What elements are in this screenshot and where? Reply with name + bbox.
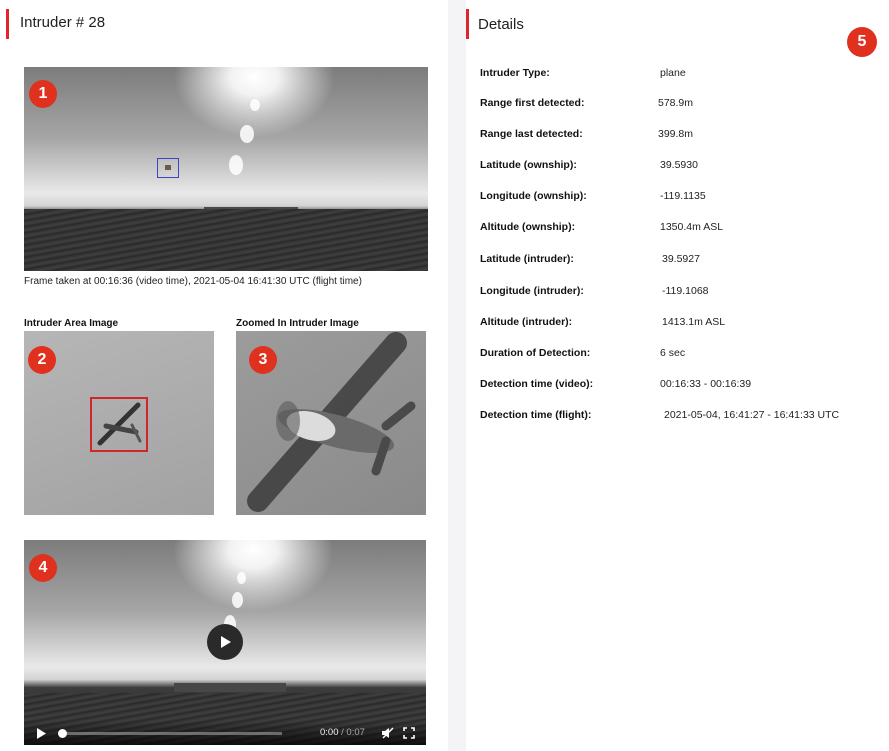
detail-label: Duration of Detection: [480,347,591,359]
intruder-speck [165,165,171,170]
detail-label: Detection time (video): [480,378,594,390]
detail-label: Range last detected: [480,128,583,140]
area-image-label: Intruder Area Image [24,318,119,329]
panel-divider [448,0,466,751]
detail-row: Detection time (flight): 2021-05-04, 16:4… [480,409,880,425]
detail-label: Range first detected: [480,97,585,109]
detail-value: 578.9m [658,97,694,109]
badge-5: 5 [847,27,877,57]
intruder-area-box [90,397,148,452]
detail-label: Intruder Type: [480,67,550,79]
detail-value: 39.5927 [662,253,700,265]
detail-row: Range first detected: 578.9m [480,97,880,113]
detail-value: 6 sec [660,347,686,359]
glare-spot [250,99,260,111]
detail-row: Latitude (intruder): 39.5927 [480,253,880,269]
intruder-title: Intruder # 28 [20,14,106,31]
detail-value: 1350.4m ASL [660,221,724,233]
detail-row: Duration of Detection: 6 sec [480,347,880,363]
detail-label: Longitude (intruder): [480,285,584,297]
play-large-icon [221,636,231,648]
detail-row: Range last detected: 399.8m [480,128,880,144]
detail-label: Longitude (ownship): [480,190,587,202]
fullscreen-icon[interactable] [403,727,415,739]
play-icon[interactable] [36,728,46,739]
video-time: 0:00 / 0:07 [320,727,365,738]
detail-row: Intruder Type: plane [480,67,880,83]
plane-small-icon [97,402,142,446]
detail-row: Altitude (intruder): 1413.1m ASL [480,316,880,332]
detail-row: Latitude (ownship): 39.5930 [480,159,880,175]
detail-label: Latitude (ownship): [480,159,577,171]
glare-spot [240,125,254,143]
glare-spot [229,155,243,175]
detail-value: 399.8m [658,128,694,140]
detail-label: Altitude (intruder): [480,316,573,328]
badge-2: 2 [28,346,56,374]
detail-label: Latitude (intruder): [480,253,574,265]
progress-track[interactable] [58,729,282,738]
badge-4: 4 [29,554,57,582]
detail-value: 1413.1m ASL [662,316,726,328]
frame-image: 1 [24,67,428,271]
glare-spot [232,592,243,608]
video-player[interactable]: 4 0:00 / 0:07 [24,540,426,745]
mesa-silhouette [174,683,286,692]
detection-box [157,158,179,178]
detail-row: Longitude (intruder): -119.1068 [480,285,880,301]
frame-caption: Frame taken at 00:16:36 (video time), 20… [24,276,362,287]
detail-value: 00:16:33 - 00:16:39 [660,378,752,390]
detail-label: Detection time (flight): [480,409,592,421]
detail-row: Detection time (video): 00:16:33 - 00:16:… [480,378,880,394]
detail-value: -119.1135 [660,190,706,202]
detail-value: 2021-05-04, 16:41:27 - 16:41:33 UTC [664,409,840,421]
detail-label: Altitude (ownship): [480,221,576,233]
detail-value: plane [660,67,686,79]
play-large-button[interactable] [207,624,243,660]
detail-row: Altitude (ownship): 1350.4m ASL [480,221,880,237]
zoom-image-label: Zoomed In Intruder Image [236,318,359,329]
detail-value: -119.1068 [662,285,709,297]
glare-spot [237,572,246,584]
time-current: 0:00 [320,727,339,738]
badge-1: 1 [29,80,57,108]
badge-3: 3 [249,346,277,374]
volume-muted-icon[interactable] [381,727,394,739]
title-accent-bar [6,9,9,39]
detail-row: Longitude (ownship): -119.1135 [480,190,880,206]
zoomed-intruder-image: 3 [236,331,426,515]
detail-value: 39.5930 [660,159,698,171]
video-controls: 0:00 / 0:07 [24,721,426,745]
intruder-area-image: 2 [24,331,214,515]
ground-terrain [24,209,428,271]
details-title: Details [478,16,524,33]
details-accent-bar [466,9,469,39]
time-total: 0:07 [346,727,365,738]
time-separator: / [341,727,344,738]
progress-handle[interactable] [58,729,67,738]
